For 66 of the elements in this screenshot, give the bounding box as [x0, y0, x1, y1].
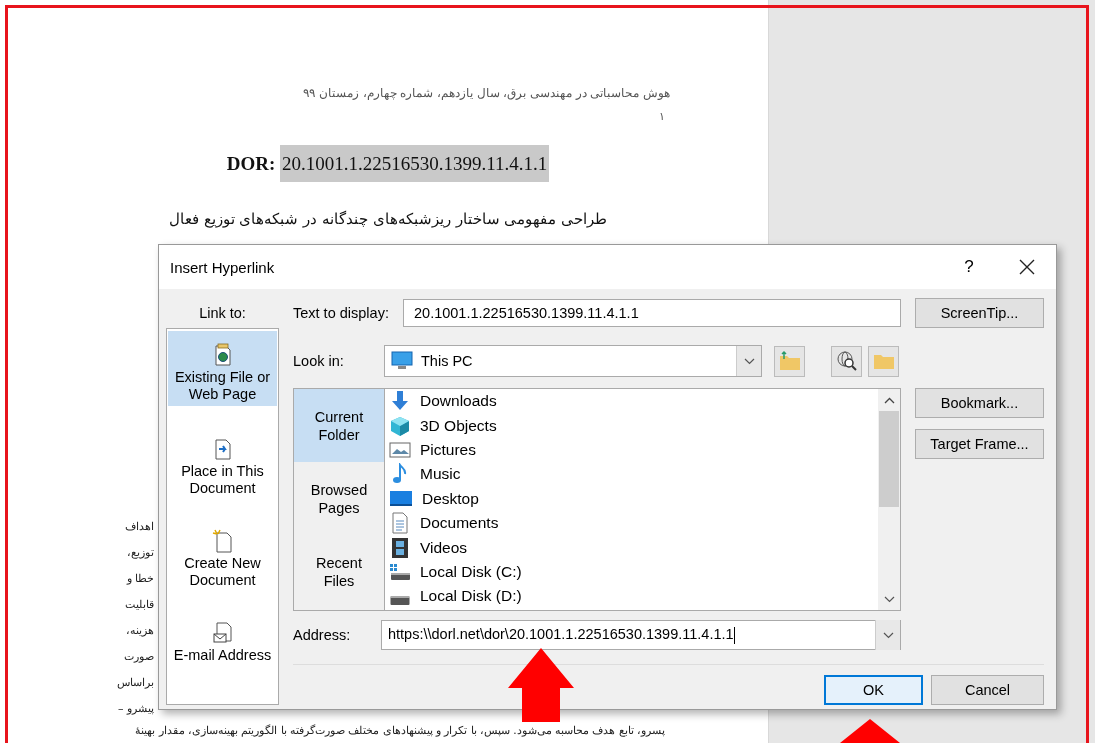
- file-list-item[interactable]: Music: [420, 465, 461, 484]
- cube-icon: [389, 414, 411, 437]
- picture-icon: [389, 439, 411, 460]
- body-text-line: هزینه،: [125, 623, 154, 639]
- desktop-icon: [389, 488, 413, 509]
- body-text-line: قابلیت: [124, 597, 154, 613]
- body-text-line: خطا و: [125, 571, 154, 587]
- scrollbar[interactable]: [878, 389, 900, 610]
- scroll-down-icon: [883, 595, 895, 603]
- look-in-dropdown[interactable]: This PC: [384, 345, 762, 377]
- file-list-item[interactable]: Downloads: [420, 392, 497, 411]
- dialog-button[interactable]: OK: [824, 675, 923, 705]
- scroll-up-icon: [883, 396, 895, 404]
- body-text-line: صورت: [123, 649, 154, 665]
- up-folder-button[interactable]: [774, 345, 805, 377]
- link-type-option[interactable]: Place in This Document: [168, 423, 277, 515]
- file-list-item[interactable]: Videos: [420, 538, 468, 557]
- target-frame-button[interactable]: Target Frame...: [915, 429, 1044, 459]
- link-to-label: Link to:: [199, 305, 246, 321]
- close-icon: [1019, 259, 1035, 275]
- body-text-line: پسرو، تابع هدف محاسبه می‌شود. سپس، با تکرار و پیشنهادهای مختلف صورت‌گرفته با الگوریتم بهینه‌سازی، مقدار بهینهٔ: [134, 724, 665, 736]
- help-button[interactable]: ?: [940, 247, 998, 287]
- disk-drive-icon: [389, 595, 411, 605]
- text-to-display-field[interactable]: 20.1001.1.22516530.1399.11.4.1.1: [403, 299, 901, 327]
- body-text-line: براساس: [116, 675, 154, 691]
- globe-search-icon: [835, 350, 858, 372]
- browse-option[interactable]: Current Folder: [294, 389, 384, 462]
- body-text-line: پیشرو –: [117, 701, 154, 717]
- document-envelope-icon: [211, 621, 234, 645]
- body-text-line: اهداف: [124, 519, 154, 535]
- link-type-option[interactable]: Existing File or Web Page: [168, 331, 277, 406]
- caret-icon: [882, 631, 894, 639]
- new-document-icon: [211, 529, 234, 553]
- dialog-title: Insert Hyperlink: [170, 258, 276, 276]
- annotation-arrow: [840, 719, 900, 743]
- screentip-button[interactable]: ScreenTip...: [915, 298, 1044, 328]
- browse-option[interactable]: Browsed Pages: [294, 462, 384, 535]
- article-title: طراحی مفهومی ساختار ریزشبکه‌های چندگانه در شبکه‌های توزیع فعال: [168, 210, 608, 228]
- file-list-item[interactable]: 3D Objects: [420, 416, 497, 435]
- file-list-item[interactable]: Local Disk (C:): [420, 562, 522, 581]
- address-field[interactable]: https:\\dorl.net\dor\20.1001.1.22516530.1399.11.4.1.1: [381, 620, 901, 650]
- file-list-item[interactable]: Documents: [420, 514, 499, 533]
- dor-value: 20.1001.1.22516530.1399.11.4.1.1: [280, 145, 550, 182]
- link-type-option[interactable]: E-mail Address: [168, 607, 277, 699]
- text-to-display-label: Text to display:: [293, 305, 390, 321]
- disk-drive-icon: [389, 561, 411, 582]
- browse-web-button[interactable]: [831, 345, 862, 377]
- caret-icon: [743, 357, 755, 365]
- computer-icon: [391, 351, 413, 371]
- look-in-label: Look in:: [293, 353, 345, 369]
- bookmark-button[interactable]: Bookmark...: [915, 388, 1044, 418]
- file-list-item[interactable]: Local Disk (D:): [420, 587, 522, 606]
- folder-up-icon: [777, 350, 802, 372]
- link-type-option[interactable]: Create New Document: [168, 515, 277, 607]
- page-number: ۱: [659, 110, 665, 123]
- dor-label: DOR:: [226, 153, 276, 174]
- file-list-item[interactable]: Pictures: [420, 440, 476, 459]
- body-text-line: توزیع،: [126, 545, 154, 561]
- file-list-item[interactable]: Desktop: [422, 489, 479, 508]
- browse-option[interactable]: Recent Files: [294, 535, 384, 608]
- document-icon: [389, 512, 411, 535]
- browse-file-button[interactable]: [868, 345, 899, 377]
- film-icon: [389, 536, 411, 559]
- dialog-button[interactable]: Cancel: [931, 675, 1044, 705]
- page-header: هوش محاسباتی در مهندسی برق، سال یازدهم، شماره چهارم، زمستان ۹۹: [303, 86, 670, 100]
- address-label: Address:: [293, 627, 352, 643]
